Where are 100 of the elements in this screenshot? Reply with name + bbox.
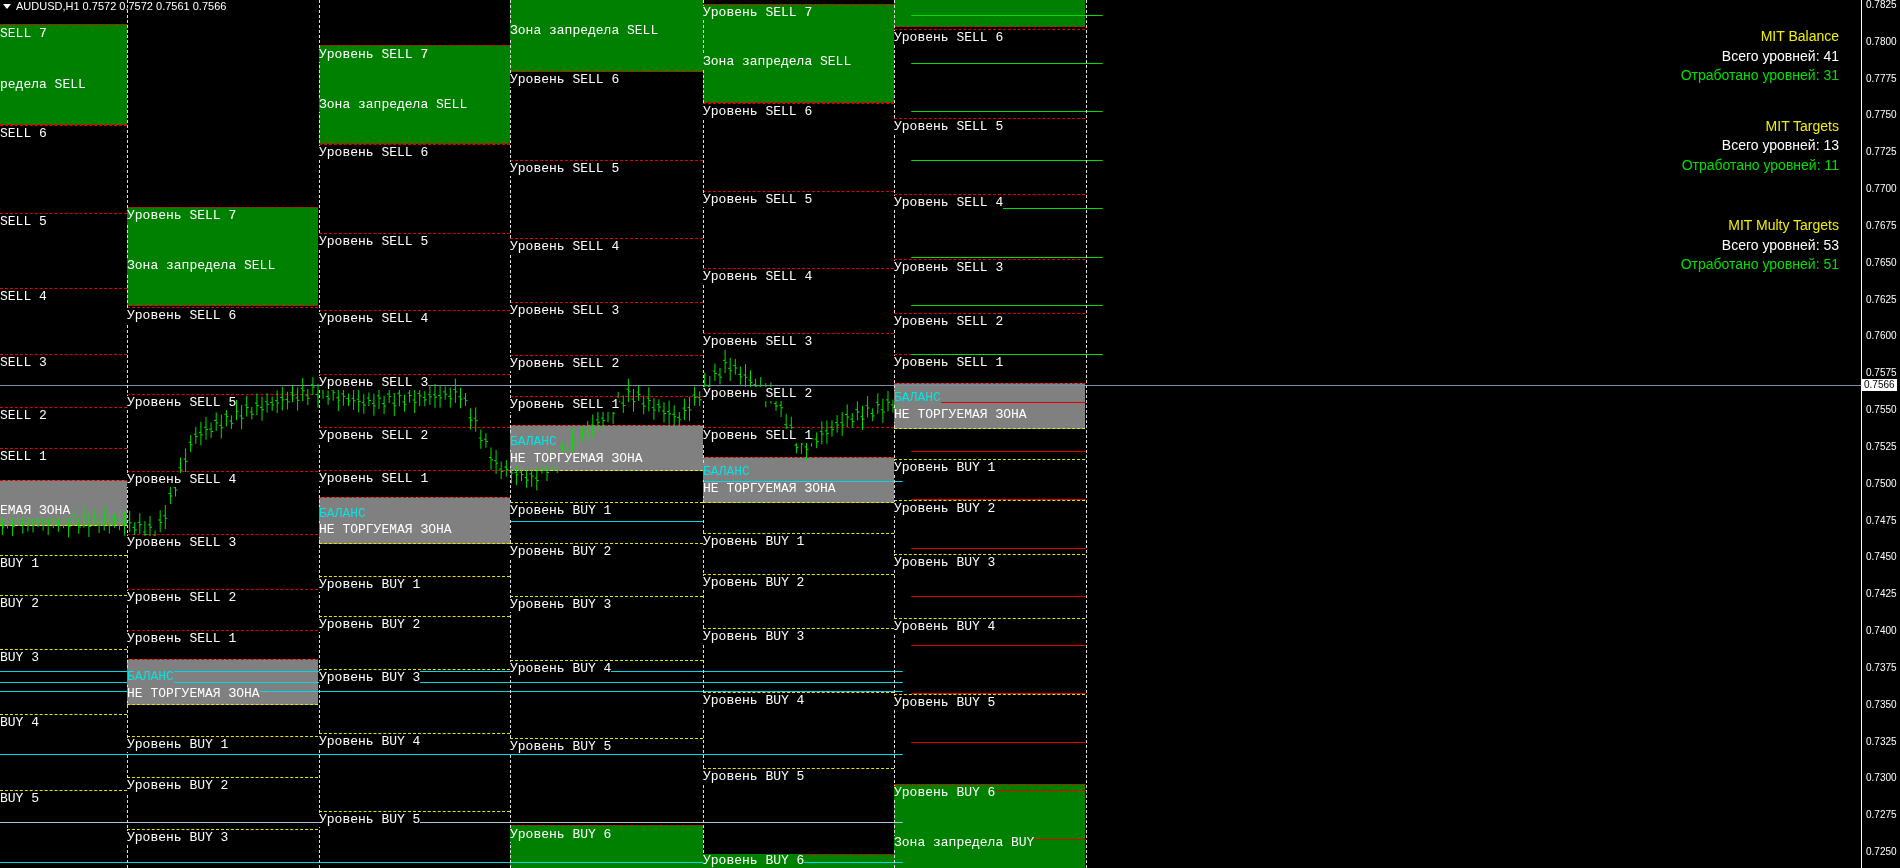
axis-label: 0.7375	[1866, 662, 1897, 674]
level-label: Уровень SELL 2	[894, 315, 1004, 329]
axis-label: 0.7400	[1866, 625, 1897, 637]
level-label: Уровень SELL 5	[703, 193, 813, 207]
zone-label: НЕ ТОРГУЕМАЯ ЗОНА	[894, 408, 1027, 422]
zone-label: Зона запредела SELL	[703, 55, 852, 69]
level-label: Уровень BUY 1	[703, 535, 805, 549]
price-tag: 0.7566	[1862, 379, 1897, 391]
level-label: Уровень BUY 5	[894, 696, 996, 710]
zone-label: Уровень SELL 7	[703, 6, 813, 20]
level-label: Уровень BUY 4	[510, 662, 612, 676]
level-label: Уровень SELL 1	[510, 398, 620, 412]
level-label: Уровень BUY 4	[703, 694, 805, 708]
chart-title: AUDUSD,H1 0.7572 0.7572 0.7561 0.7566	[16, 0, 227, 13]
zone-label: БАЛАНС	[319, 507, 366, 521]
level-label: Уровень SELL 2	[510, 357, 620, 371]
axis-label: 0.7275	[1866, 809, 1897, 821]
level-label: Уровень BUY 2	[703, 576, 805, 590]
level-label: Уровень BUY 2	[894, 502, 996, 516]
info-text: Всего уровней: 53	[1721, 237, 1839, 253]
info-text: Отработано уровней: 31	[1680, 67, 1839, 83]
level-label: Уровень BUY 2	[510, 545, 612, 559]
level-label: Уровень SELL 1	[127, 632, 237, 646]
zone-label: БАЛАНС	[703, 465, 750, 479]
info-title: MIT Balance	[1760, 28, 1839, 44]
axis-label: 0.7450	[1866, 551, 1897, 563]
level-label: Уровень SELL 1	[894, 356, 1004, 370]
axis-label: 0.7425	[1866, 588, 1897, 600]
level-label: Уровень BUY 3	[703, 630, 805, 644]
info-text: Всего уровней: 41	[1721, 48, 1839, 64]
level-label: Уровень BUY 4	[319, 735, 421, 749]
axis-label: 0.7525	[1866, 441, 1897, 453]
level-label: Уровень SELL 2	[703, 387, 813, 401]
level-label: Уровень SELL 3	[127, 536, 237, 550]
level-label: Уровень SELL 6	[319, 146, 429, 160]
axis-label: 0.7350	[1866, 699, 1897, 711]
zone-label: БАЛАНС	[127, 670, 174, 684]
axis-label: 0.7300	[1866, 772, 1897, 784]
axis-label: 0.7825	[1866, 0, 1897, 11]
zone-label: НЕ ТОРГУЕМАЯ ЗОНА	[510, 452, 643, 466]
zone-label: Уровень BUY 6	[894, 786, 996, 800]
level-label: Уровень BUY 1	[319, 578, 421, 592]
level-label: Уровень BUY 5	[703, 770, 805, 784]
zone-label: Уровень BUY 6	[703, 854, 805, 868]
level-label: Уровень BUY 3	[510, 598, 612, 612]
level-label: Уровень SELL 4	[510, 240, 620, 254]
info-title: MIT Multy Targets	[1728, 217, 1839, 233]
level-label: Уровень SELL 4	[127, 473, 237, 487]
axis-label: 0.7625	[1866, 294, 1897, 306]
level-label: Уровень BUY 1	[510, 504, 612, 518]
level-label: Уровень BUY 5	[510, 740, 612, 754]
info-text: Всего уровней: 13	[1721, 137, 1839, 153]
axis-label: 0.7550	[1866, 404, 1897, 416]
axis-label: 0.7600	[1866, 330, 1897, 342]
zone-label: БАЛАНС	[510, 435, 557, 449]
info-text: Отработано уровней: 51	[1680, 256, 1839, 272]
level-label: Уровень BUY 3	[127, 831, 229, 845]
level-label: Уровень SELL 4	[319, 312, 429, 326]
axis-label: 0.7775	[1866, 73, 1897, 85]
zone-label: Зона запредела BUY	[894, 836, 1035, 850]
zone-label: Уровень SELL 7	[319, 48, 429, 62]
zone-label: НЕ ТОРГУЕМАЯ ЗОНА	[319, 523, 452, 537]
zone-label: Уровень BUY 6	[510, 828, 612, 842]
info-title: MIT Targets	[1765, 118, 1839, 134]
level-label: Уровень BUY 4	[894, 620, 996, 634]
axis-label: 0.7675	[1866, 220, 1897, 232]
level-label: Уровень SELL 3	[319, 376, 429, 390]
level-label: Уровень SELL 6	[703, 105, 813, 119]
level-label: Уровень SELL 2	[319, 429, 429, 443]
axis-label: 0.7650	[1866, 257, 1897, 269]
axis-label: 0.7475	[1866, 515, 1897, 527]
level-label: Уровень SELL 3	[703, 335, 813, 349]
zone-label: Уровень SELL 7	[127, 209, 237, 223]
axis-label: 0.7575	[1866, 367, 1897, 379]
level-label: Уровень SELL 5	[127, 396, 237, 410]
level-label: Уровень SELL 5	[319, 235, 429, 249]
level-label: Уровень BUY 2	[127, 779, 229, 793]
axis-label: 0.7250	[1866, 846, 1897, 858]
axis-label: 0.7500	[1866, 478, 1897, 490]
level-label: Уровень BUY 3	[319, 671, 421, 685]
dropdown-icon[interactable]	[3, 4, 11, 9]
level-label: Уровень BUY 1	[894, 461, 996, 475]
level-label: Уровень SELL 5	[894, 120, 1004, 134]
zone-label: Зона запредела SELL	[510, 24, 659, 38]
axis-label: 0.7700	[1866, 183, 1897, 195]
level-label: Уровень BUY 2	[319, 618, 421, 632]
axis-label: 0.7325	[1866, 736, 1897, 748]
level-label: Уровень SELL 6	[894, 31, 1004, 45]
level-label: Уровень BUY 3	[894, 556, 996, 570]
level-label: Уровень SELL 1	[319, 472, 429, 486]
level-label: Уровень SELL 6	[127, 309, 237, 323]
zone-label: ЕМАЯ ЗОНА	[0, 504, 71, 518]
level-label: Уровень SELL 5	[510, 162, 620, 176]
level-label: Уровень SELL 3	[510, 304, 620, 318]
axis-label: 0.7725	[1866, 146, 1897, 158]
level-label: Уровень SELL 6	[510, 73, 620, 87]
level-label: Уровень BUY 1	[127, 738, 229, 752]
zone-label: Зона запредела SELL	[319, 98, 468, 112]
zone-label: Зона запредела SELL	[127, 259, 276, 273]
zone-label: НЕ ТОРГУЕМАЯ ЗОНА	[127, 687, 260, 701]
